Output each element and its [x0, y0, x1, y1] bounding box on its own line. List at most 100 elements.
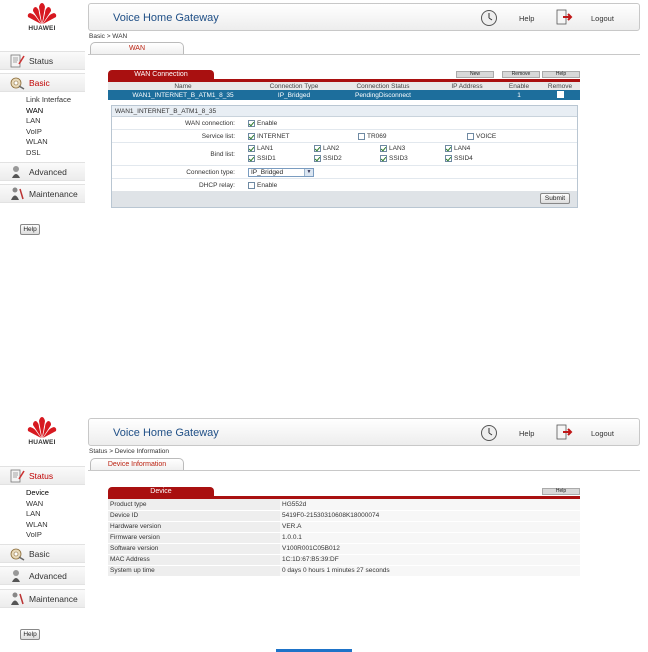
submenu-wan[interactable]: WAN	[26, 499, 49, 510]
submenu-device[interactable]: Device	[26, 488, 49, 499]
service-tr069: TR069	[358, 133, 387, 140]
table-row: Device ID 5419F0-21530310608K18000074	[108, 510, 580, 522]
table-row[interactable]: WAN1_INTERNET_B_ATM1_8_35 IP_Bridged Pen…	[108, 90, 580, 100]
table-row: Hardware version VER.A	[108, 521, 580, 533]
wan-connection-enable-text: Enable	[257, 120, 278, 127]
remove-button[interactable]: Remove	[502, 71, 540, 78]
help-button[interactable]: Help	[542, 488, 580, 495]
help-icon[interactable]	[480, 424, 498, 442]
maintenance-icon	[9, 187, 25, 201]
bind-lan4: LAN4	[445, 145, 470, 152]
bind-lan4-checkbox[interactable]	[445, 145, 452, 152]
logout-icon[interactable]	[555, 423, 573, 441]
info-value: HG552d	[280, 499, 580, 511]
submenu-lan[interactable]: LAN	[26, 509, 49, 520]
bind-ssid4: SSID4	[445, 155, 473, 162]
brand-name: HUAWEI	[28, 25, 56, 32]
row-remove-checkbox[interactable]	[556, 91, 564, 99]
new-button[interactable]: New	[456, 71, 494, 78]
bind-lan1-checkbox[interactable]	[248, 145, 255, 152]
chevron-down-icon: ▼	[304, 169, 313, 176]
service-voice: VOICE	[467, 133, 496, 140]
bind-lan2-checkbox[interactable]	[314, 145, 321, 152]
row-type: IP_Bridged	[258, 90, 330, 100]
bind-lan4-label: LAN4	[454, 145, 471, 152]
submenu-voip[interactable]: VoIP	[26, 530, 49, 541]
submenu-wan[interactable]: WAN	[26, 106, 71, 117]
bind-ssid2-checkbox[interactable]	[314, 155, 321, 162]
wan-screen: HUAWEI Status Basic Link Interface WAN L…	[0, 0, 648, 412]
submenu-voip[interactable]: VoIP	[26, 127, 71, 138]
breadcrumb: Status > Device Information	[89, 448, 170, 455]
dhcp-relay-label: DHCP relay:	[198, 182, 235, 189]
help-button[interactable]: Help	[542, 71, 580, 78]
huawei-logo: HUAWEI	[16, 3, 68, 35]
app-title: Voice Home Gateway	[113, 427, 219, 439]
service-voice-checkbox[interactable]	[467, 133, 474, 140]
bind-lan3-checkbox[interactable]	[380, 145, 387, 152]
basic-icon	[9, 76, 25, 90]
nav-maintenance[interactable]: Maintenance	[0, 589, 85, 608]
row-wan-connection: WAN connection: Enable	[112, 118, 577, 130]
sidebar-help-button[interactable]: Help	[20, 629, 40, 640]
service-tr069-label: TR069	[367, 133, 387, 140]
nav-basic[interactable]: Basic	[0, 73, 85, 92]
nav-basic[interactable]: Basic	[0, 544, 85, 563]
logout-icon[interactable]	[555, 8, 573, 26]
nav-advanced[interactable]: Advanced	[0, 566, 85, 585]
table-row: Software version V100R001C05B012	[108, 543, 580, 555]
breadcrumb: Basic > WAN	[89, 33, 128, 40]
bind-lan2: LAN2	[314, 145, 339, 152]
nav-maintenance[interactable]: Maintenance	[0, 184, 85, 203]
status-submenu: Device WAN LAN WLAN VoIP	[26, 488, 49, 541]
submenu-wlan[interactable]: WLAN	[26, 520, 49, 531]
logout-link[interactable]: Logout	[591, 429, 614, 438]
nav-status[interactable]: Status	[0, 51, 85, 70]
submenu-lan[interactable]: LAN	[26, 116, 71, 127]
app-title: Voice Home Gateway	[113, 12, 219, 24]
submenu-dsl[interactable]: DSL	[26, 148, 71, 159]
bind-lan3: LAN3	[380, 145, 405, 152]
bind-ssid1-checkbox[interactable]	[248, 155, 255, 162]
submenu-link-interface[interactable]: Link Interface	[26, 95, 71, 106]
row-connection-type: Connection type: IP_Bridged ▼	[112, 167, 577, 179]
nav-status[interactable]: Status	[0, 466, 85, 485]
row-enable: 1	[498, 90, 540, 100]
col-name: Name	[108, 82, 258, 90]
connection-type-select[interactable]: IP_Bridged ▼	[248, 168, 314, 177]
bind-ssid3-checkbox[interactable]	[380, 155, 387, 162]
info-value: 1.0.0.1	[280, 532, 580, 544]
logout-link[interactable]: Logout	[591, 14, 614, 23]
basic-submenu: Link Interface WAN LAN VoIP WLAN DSL	[26, 95, 71, 158]
help-link[interactable]: Help	[519, 429, 534, 438]
info-value: V100R001C05B012	[280, 543, 580, 555]
wan-connection-title: WAN Connection	[108, 70, 214, 79]
main-content: WAN Connection New Remove Help Name Conn…	[86, 55, 642, 412]
row-bind-list: Bind list: LAN1 LAN2 LAN3 LAN4 SSID1 SSI…	[112, 144, 577, 166]
maintenance-icon	[9, 592, 25, 606]
wan-connection-checkbox[interactable]	[248, 120, 255, 127]
detail-button-bar: Submit	[112, 191, 577, 207]
help-icon[interactable]	[480, 9, 498, 27]
table-header-row: Name Connection Type Connection Status I…	[108, 82, 580, 90]
dhcp-relay-checkbox[interactable]	[248, 182, 255, 189]
tab-wan[interactable]: WAN	[90, 42, 184, 54]
basic-icon	[9, 547, 25, 561]
nav-advanced[interactable]: Advanced	[0, 162, 85, 181]
submenu-wlan[interactable]: WLAN	[26, 137, 71, 148]
sidebar-help-button[interactable]: Help	[20, 224, 40, 235]
tab-device-information[interactable]: Device Information	[90, 458, 184, 470]
bind-ssid4-checkbox[interactable]	[445, 155, 452, 162]
bind-ssid3: SSID3	[380, 155, 408, 162]
detail-title: WAN1_INTERNET_B_ATM1_8_35	[112, 106, 577, 117]
bind-lan2-label: LAN2	[323, 145, 340, 152]
submit-button[interactable]: Submit	[540, 193, 570, 204]
dhcp-relay-option: Enable	[248, 182, 277, 189]
info-value: VER.A	[280, 521, 580, 533]
huawei-petals-icon	[27, 3, 57, 24]
bind-ssid3-label: SSID3	[389, 155, 408, 162]
service-internet-checkbox[interactable]	[248, 133, 255, 140]
col-remove: Remove	[540, 82, 580, 90]
service-tr069-checkbox[interactable]	[358, 133, 365, 140]
help-link[interactable]: Help	[519, 14, 534, 23]
